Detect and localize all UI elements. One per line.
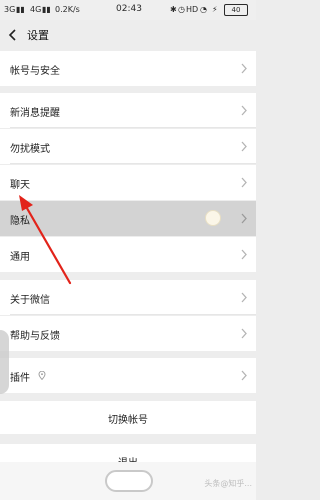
row-general[interactable]: 通用: [0, 237, 256, 272]
chevron-right-icon: [241, 141, 247, 152]
row-help-feedback[interactable]: 帮助与反馈: [0, 316, 256, 351]
clock: 02:43: [116, 4, 142, 14]
row-chat[interactable]: 聊天: [0, 165, 256, 200]
network-type-2: 4G: [30, 5, 42, 14]
charging-icon: ⚡: [212, 5, 218, 14]
chevron-right-icon: [241, 328, 247, 339]
row-label: 帮助与反馈: [10, 331, 60, 342]
chevron-right-icon: [241, 213, 247, 224]
watermark: 头条@知乎...: [204, 479, 252, 488]
row-account-security[interactable]: 帐号与安全: [0, 51, 256, 86]
header: 设置: [0, 20, 256, 51]
location-pin-icon: [38, 371, 46, 380]
divider: [10, 127, 256, 128]
home-button[interactable]: [105, 470, 153, 492]
row-privacy[interactable]: 隐私: [0, 201, 256, 236]
row-label: 通用: [10, 252, 30, 263]
chevron-right-icon: [241, 177, 247, 188]
switch-account-label: 切换帐号: [108, 415, 148, 426]
signal-icon-1: ▮▮: [16, 5, 25, 14]
chevron-right-icon: [241, 249, 247, 260]
row-new-message-notify[interactable]: 新消息提醒: [0, 93, 256, 128]
switch-account-button[interactable]: 切换帐号: [0, 401, 256, 434]
network-speed: 0.2K/s: [55, 5, 80, 14]
bluetooth-icon: ✱: [170, 5, 177, 14]
chevron-right-icon: [241, 63, 247, 74]
row-label: 隐私: [10, 216, 30, 227]
touch-indicator: [205, 210, 221, 226]
row-label: 插件: [10, 373, 30, 384]
row-label: 新消息提醒: [10, 108, 60, 119]
alarm-icon: ◷: [178, 5, 185, 14]
page-title: 设置: [27, 29, 49, 42]
wifi-icon: ◔: [200, 5, 207, 14]
battery-icon: 40: [224, 4, 248, 16]
back-arrow-icon[interactable]: [7, 28, 19, 42]
row-label: 关于微信: [10, 295, 50, 306]
row-do-not-disturb[interactable]: 勿扰模式: [0, 129, 256, 164]
row-label: 聊天: [10, 180, 30, 191]
signal-icon-2: ▮▮: [42, 5, 51, 14]
network-type-1: 3G: [4, 5, 16, 14]
chevron-right-icon: [241, 370, 247, 381]
row-about-wechat[interactable]: 关于微信: [0, 280, 256, 315]
row-plugins[interactable]: 插件: [0, 358, 256, 393]
row-label: 勿扰模式: [10, 144, 50, 155]
divider: [10, 314, 256, 315]
chevron-right-icon: [241, 292, 247, 303]
row-label: 帐号与安全: [10, 66, 60, 77]
edge-gesture-handle[interactable]: [0, 330, 9, 394]
hd-indicator: HD: [186, 5, 199, 14]
divider: [10, 163, 256, 164]
status-bar: 3G ▮▮ 4G ▮▮ 0.2K/s 02:43 ✱ ◷ HD ◔ ⚡ 40: [0, 0, 256, 20]
chevron-right-icon: [241, 105, 247, 116]
